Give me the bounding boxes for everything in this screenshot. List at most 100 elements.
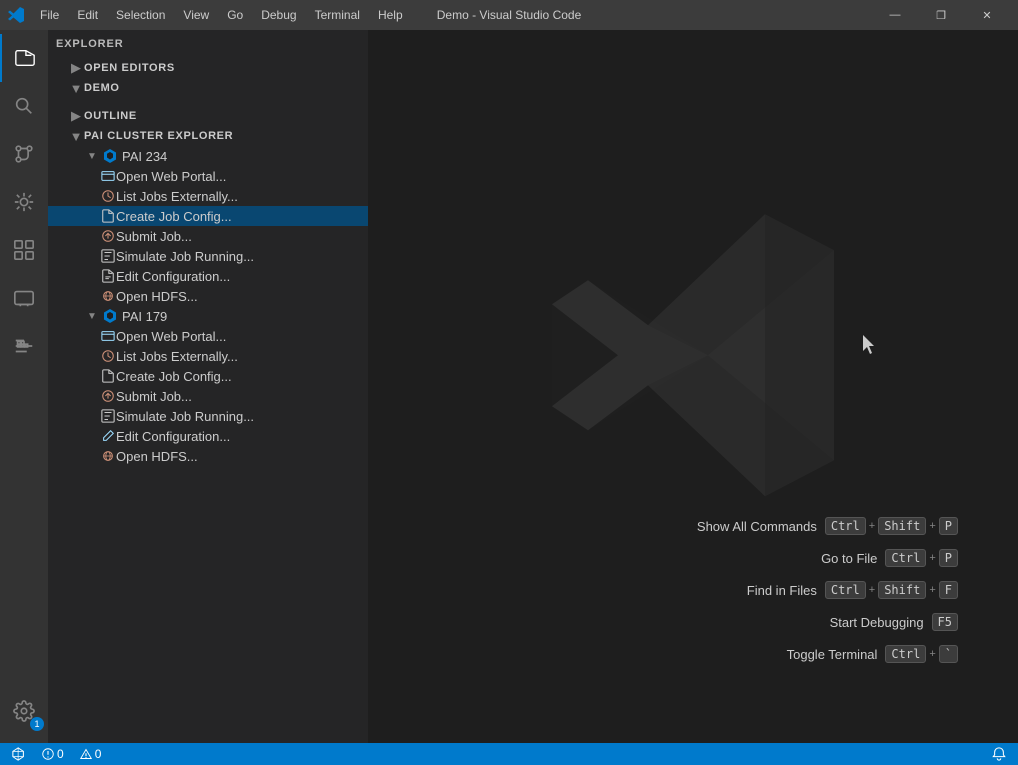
pai-234-item[interactable]: ▼ PAI 234: [48, 146, 368, 166]
pai-234-edit-config[interactable]: Edit Configuration...: [48, 266, 368, 286]
status-bar-right: [988, 747, 1010, 761]
demo-label: DEMO: [84, 82, 120, 94]
terminal-keys: Ctrl + `: [885, 645, 958, 663]
error-count[interactable]: 0: [38, 747, 68, 761]
warning-count[interactable]: 0: [76, 747, 106, 761]
shift-key: Shift: [878, 517, 926, 535]
list-icon: [100, 188, 116, 204]
shortcut-find-files: Find in Files Ctrl + Shift + F: [697, 581, 958, 599]
sidebar: EXPLORER ▶ OPEN EDITORS ▼ DEMO ▶ OUTLINE…: [48, 30, 368, 743]
menu-edit[interactable]: Edit: [69, 6, 106, 24]
shortcut-goto-file: Go to File Ctrl + P: [697, 549, 958, 567]
menu-file[interactable]: File: [32, 6, 67, 24]
status-bar-left: 0 0: [8, 747, 105, 761]
pai-234-submit-job[interactable]: Submit Job...: [48, 226, 368, 246]
menu-view[interactable]: View: [175, 6, 217, 24]
pai-234-create-job[interactable]: Create Job Config...: [48, 206, 368, 226]
pai-179-list-jobs[interactable]: List Jobs Externally...: [48, 346, 368, 366]
web-icon: [100, 168, 116, 184]
activity-extensions[interactable]: [0, 226, 48, 274]
activity-settings[interactable]: 1: [0, 687, 48, 735]
backtick-key: `: [939, 645, 958, 663]
minimize-button[interactable]: —: [872, 0, 918, 30]
cluster-icon-234: [102, 148, 118, 164]
menu-bar: File Edit Selection View Go Debug Termin…: [32, 6, 411, 24]
goto-file-keys: Ctrl + P: [885, 549, 958, 567]
shift-key2: Shift: [878, 581, 926, 599]
menu-selection[interactable]: Selection: [108, 6, 173, 24]
list-jobs-label-234: List Jobs Externally...: [116, 189, 238, 204]
submit-job-label-234: Submit Job...: [116, 229, 192, 244]
shortcut-show-commands: Show All Commands Ctrl + Shift + P: [697, 517, 958, 535]
debug-label: Start Debugging: [830, 615, 924, 630]
activity-explorer[interactable]: [0, 34, 48, 82]
chevron-right-icon-outline: ▶: [68, 108, 84, 124]
pai-234-open-hdfs[interactable]: Open HDFS...: [48, 286, 368, 306]
notification-bell[interactable]: [988, 747, 1010, 761]
debug-keys: F5: [932, 613, 958, 631]
shortcuts-panel: Show All Commands Ctrl + Shift + P Go to…: [697, 517, 958, 663]
demo-section[interactable]: ▼ DEMO: [48, 78, 368, 98]
pai-179-item[interactable]: ▼ PAI 179: [48, 306, 368, 326]
menu-help[interactable]: Help: [370, 6, 411, 24]
edit-config-label-179: Edit Configuration...: [116, 429, 230, 444]
pai-179-edit-config[interactable]: Edit Configuration...: [48, 426, 368, 446]
close-button[interactable]: ✕: [964, 0, 1010, 30]
pai-234-open-web-portal[interactable]: Open Web Portal...: [48, 166, 368, 186]
menu-terminal[interactable]: Terminal: [307, 6, 368, 24]
submit-job-label-179: Submit Job...: [116, 389, 192, 404]
open-hdfs-label-234: Open HDFS...: [116, 289, 198, 304]
goto-file-label: Go to File: [821, 551, 877, 566]
open-editors-label: OPEN EDITORS: [84, 62, 175, 74]
pai-179-simulate[interactable]: Simulate Job Running...: [48, 406, 368, 426]
web-icon-179: [100, 328, 116, 344]
pai-179-create-job[interactable]: Create Job Config...: [48, 366, 368, 386]
settings-icon[interactable]: 1: [0, 687, 48, 735]
activity-search[interactable]: [0, 82, 48, 130]
pai-234-simulate[interactable]: Simulate Job Running...: [48, 246, 368, 266]
outline-label: OUTLINE: [84, 110, 137, 122]
hdfs-icon: [100, 288, 116, 304]
title-bar: File Edit Selection View Go Debug Termin…: [0, 0, 1018, 30]
pai-cluster-explorer-section[interactable]: ▼ PAI CLUSTER EXPLORER: [48, 126, 368, 146]
ctrl-key4: Ctrl: [885, 645, 926, 663]
chevron-down-icon-179: ▼: [84, 308, 100, 324]
remote-status[interactable]: [8, 747, 30, 761]
maximize-button[interactable]: ❐: [918, 0, 964, 30]
activity-docker[interactable]: [0, 322, 48, 370]
p-key2: P: [939, 549, 958, 567]
activity-debug[interactable]: [0, 178, 48, 226]
ctrl-key2: Ctrl: [885, 549, 926, 567]
show-commands-keys: Ctrl + Shift + P: [825, 517, 958, 535]
shortcut-debug: Start Debugging F5: [697, 613, 958, 631]
p-key: P: [939, 517, 958, 535]
shortcut-terminal: Toggle Terminal Ctrl + `: [697, 645, 958, 663]
activity-git[interactable]: [0, 130, 48, 178]
pai-179-open-web-portal[interactable]: Open Web Portal...: [48, 326, 368, 346]
activity-remote[interactable]: [0, 274, 48, 322]
title-bar-left: File Edit Selection View Go Debug Termin…: [8, 6, 411, 24]
create-job-label-179: Create Job Config...: [116, 369, 232, 384]
editor-area: Show All Commands Ctrl + Shift + P Go to…: [368, 30, 1018, 743]
list-jobs-label-179: List Jobs Externally...: [116, 349, 238, 364]
open-hdfs-label-179: Open HDFS...: [116, 449, 198, 464]
menu-go[interactable]: Go: [219, 6, 251, 24]
explorer-header[interactable]: EXPLORER: [48, 30, 368, 58]
edit-config-icon-179: [100, 428, 116, 444]
open-editors-section[interactable]: ▶ OPEN EDITORS: [48, 58, 368, 78]
pai-234-list-jobs[interactable]: List Jobs Externally...: [48, 186, 368, 206]
hdfs-icon-179: [100, 448, 116, 464]
explorer-label: EXPLORER: [56, 38, 124, 50]
pai-179-submit-job[interactable]: Submit Job...: [48, 386, 368, 406]
menu-debug[interactable]: Debug: [253, 6, 304, 24]
ctrl-key3: Ctrl: [825, 581, 866, 599]
pai-cluster-explorer-label: PAI CLUSTER EXPLORER: [84, 130, 233, 142]
simulate-icon: [100, 248, 116, 264]
pai-179-open-hdfs[interactable]: Open HDFS...: [48, 446, 368, 466]
outline-section[interactable]: ▶ OUTLINE: [48, 106, 368, 126]
find-files-keys: Ctrl + Shift + F: [825, 581, 958, 599]
edit-config-icon: [100, 268, 116, 284]
simulate-label-179: Simulate Job Running...: [116, 409, 254, 424]
edit-config-label-234: Edit Configuration...: [116, 269, 230, 284]
vscode-icon: [8, 7, 24, 23]
